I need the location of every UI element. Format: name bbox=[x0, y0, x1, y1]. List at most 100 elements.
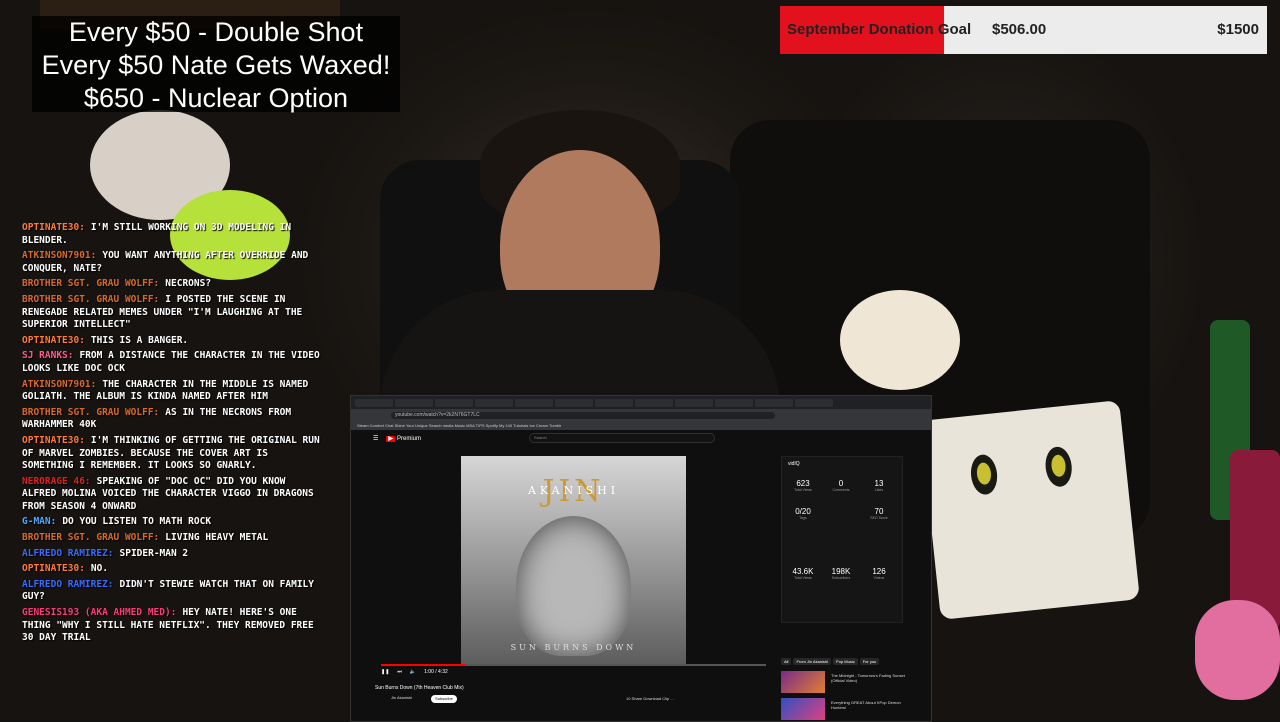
stat-value: 0/20 bbox=[795, 507, 811, 516]
recommendation-title: The Midnight - Tomorrow's Fading Sunset … bbox=[831, 673, 905, 683]
chat-message: optinate30: This is a banger. bbox=[22, 335, 324, 348]
youtube-header: ☰ ▶ Premium Search bbox=[351, 430, 931, 446]
chat-message: optinate30: I'm still working on 3D model… bbox=[22, 222, 324, 247]
stat-tile: 198K Subscribers bbox=[826, 567, 856, 580]
video-thumbnail[interactable] bbox=[781, 698, 825, 720]
browser-window[interactable]: youtube.com/watch?v=2k2N76GT7LC Steam Co… bbox=[350, 395, 932, 722]
chat-username: optinate30: bbox=[22, 434, 85, 446]
stat-value: 43.6K bbox=[792, 567, 814, 576]
tab-bar[interactable] bbox=[351, 396, 931, 409]
chat-username: optinate30: bbox=[22, 222, 85, 233]
stat-label: Comments bbox=[832, 488, 850, 492]
chat-username: Brother Sgt. Grau Wolff: bbox=[22, 406, 160, 418]
chat-text: Necrons? bbox=[165, 278, 212, 290]
video-thumbnail[interactable] bbox=[781, 671, 825, 693]
stat-label: Total Views bbox=[794, 488, 812, 492]
browser-tab[interactable] bbox=[675, 398, 713, 407]
stat-label: SEO Score bbox=[870, 516, 888, 520]
url-field[interactable]: youtube.com/watch?v=2k2N76GT7LC bbox=[391, 411, 775, 419]
filter-chip[interactable]: For you bbox=[859, 658, 880, 665]
pillow-eye-right bbox=[1043, 445, 1074, 489]
browser-tab[interactable] bbox=[635, 398, 673, 407]
chat-message: SJ RANKS: From a distance the character i… bbox=[22, 350, 324, 375]
donation-goal-bar: September Donation Goal $506.00 $1500 bbox=[780, 6, 1267, 54]
browser-tab[interactable] bbox=[555, 398, 593, 407]
address-bar: youtube.com/watch?v=2k2N76GT7LC bbox=[351, 409, 931, 421]
stat-value: 0 bbox=[838, 479, 844, 488]
filter-chip[interactable]: All bbox=[781, 658, 792, 665]
browser-tab[interactable] bbox=[515, 398, 553, 407]
subscribe-button[interactable]: Subscribe bbox=[431, 695, 457, 703]
chat-text: Living heavy Metal bbox=[165, 532, 269, 544]
album-art-sub: AKANISHI bbox=[527, 484, 620, 497]
chat-username: NeroRage 46: bbox=[22, 475, 91, 487]
stat-tile: 13 Likes bbox=[864, 479, 894, 492]
play-pause-icon[interactable]: ❚❚ bbox=[381, 669, 389, 675]
rule-line: Every $50 Nate Gets Waxed! bbox=[41, 50, 391, 80]
stat-label: Likes bbox=[874, 488, 884, 492]
chat-text: do you listen to math rock bbox=[62, 516, 212, 528]
chat-username: optinate30: bbox=[22, 563, 85, 575]
stat-tile: 43.6K Total Views bbox=[788, 567, 818, 580]
donation-goal-target: $1500 bbox=[1217, 21, 1259, 38]
stat-tile: 0/20 Tags bbox=[788, 507, 818, 520]
recommendation-item[interactable]: Everything GREAT About KPop Demon Hunter… bbox=[781, 698, 911, 720]
jar bbox=[1195, 600, 1280, 700]
browser-tab[interactable] bbox=[435, 398, 473, 407]
album-art-footer: SUN BURNS DOWN bbox=[510, 643, 637, 652]
chat-message: atkinson7901: The character in the middle… bbox=[22, 379, 324, 404]
recommendation-chips: All From Jin Akanishi Pop Music For you bbox=[781, 658, 881, 665]
chat-username: Alfredo Ramirez: bbox=[22, 578, 114, 590]
browser-tab[interactable] bbox=[475, 398, 513, 407]
stat-value: 198K bbox=[831, 567, 851, 576]
vidiq-brand: vidIQ bbox=[788, 461, 800, 467]
donation-rules: Every $50 - Double Shot Every $50 Nate G… bbox=[32, 16, 400, 113]
chat-username: atkinson7901: bbox=[22, 250, 97, 262]
player-controls: ❚❚ ⏭ 🔈 1:00 / 4:32 bbox=[381, 668, 766, 676]
youtube-logo[interactable]: ▶ Premium bbox=[386, 435, 421, 442]
stat-tile: 70 SEO Score bbox=[864, 507, 894, 520]
chat-text: Spider-Man 2 bbox=[119, 547, 189, 559]
browser-tab[interactable] bbox=[355, 398, 393, 407]
stat-tile: 126 Videos bbox=[864, 567, 894, 580]
menu-icon[interactable]: ☰ bbox=[373, 435, 378, 442]
stat-label: Subscribers bbox=[831, 576, 851, 580]
stat-value: 70 bbox=[874, 507, 884, 516]
chat-username: Brother Sgt. Grau Wolff: bbox=[22, 293, 160, 305]
stat-tile: 623 Total Views bbox=[788, 479, 818, 492]
search-input[interactable]: Search bbox=[529, 433, 716, 443]
filter-chip[interactable]: From Jin Akanishi bbox=[793, 658, 832, 665]
chat-message: Alfredo Ramirez: Spider-Man 2 bbox=[22, 548, 324, 561]
stat-label: Total Views bbox=[794, 576, 812, 580]
plush-character bbox=[840, 290, 960, 390]
browser-tab[interactable] bbox=[795, 398, 833, 407]
browser-tab[interactable] bbox=[715, 398, 753, 407]
video-progress-bar[interactable] bbox=[381, 664, 766, 666]
rule-line: Every $50 - Double Shot bbox=[68, 17, 364, 47]
chat-username: Brother Sgt. Grau Wolff: bbox=[22, 278, 160, 290]
chat-message: Brother Sgt. Grau Wolff: I posted the sce… bbox=[22, 294, 324, 332]
stat-value: 13 bbox=[874, 479, 884, 488]
vidiq-panel: vidIQ 623 Total Views 0 Comments 13 Likes 0/20… bbox=[781, 456, 903, 623]
browser-tab[interactable] bbox=[395, 398, 433, 407]
chat-message: optinate30: I'm thinking of getting the o… bbox=[22, 435, 324, 473]
chat-message: Brother Sgt. Grau Wolff: Living heavy Met… bbox=[22, 532, 324, 545]
bookmarks-bar[interactable]: Steam Comfort Chat Shine Your Unique Sea… bbox=[351, 421, 931, 430]
filter-chip[interactable]: Pop Music bbox=[833, 658, 858, 665]
video-player[interactable]: JIN AKANISHI SUN BURNS DOWN bbox=[461, 456, 686, 666]
channel-name[interactable]: Jin Akanishi bbox=[391, 695, 412, 700]
video-actions[interactable]: 10 Share Download Clip ... bbox=[626, 696, 674, 701]
volume-icon[interactable]: 🔈 bbox=[410, 669, 416, 675]
stat-tile: 0 Comments bbox=[826, 479, 856, 492]
recommendation-item[interactable]: The Midnight - Tomorrow's Fading Sunset … bbox=[781, 671, 911, 693]
rule-line: $650 - Nuclear Option bbox=[83, 83, 349, 113]
stat-label: Tags bbox=[799, 516, 807, 520]
chat-message: Alfredo Ramirez: Didn't Stewie watch that… bbox=[22, 579, 324, 604]
next-icon[interactable]: ⏭ bbox=[397, 669, 402, 675]
chat-message: Brother Sgt. Grau Wolff: Necrons? bbox=[22, 278, 324, 291]
video-title: Sun Burns Down (7th Heaven Club Mix) bbox=[375, 685, 464, 691]
chat-text: No. bbox=[90, 563, 109, 575]
browser-tab[interactable] bbox=[755, 398, 793, 407]
browser-tab[interactable] bbox=[595, 398, 633, 407]
chat-message: atkinson7901: You want anything after Ove… bbox=[22, 250, 324, 275]
